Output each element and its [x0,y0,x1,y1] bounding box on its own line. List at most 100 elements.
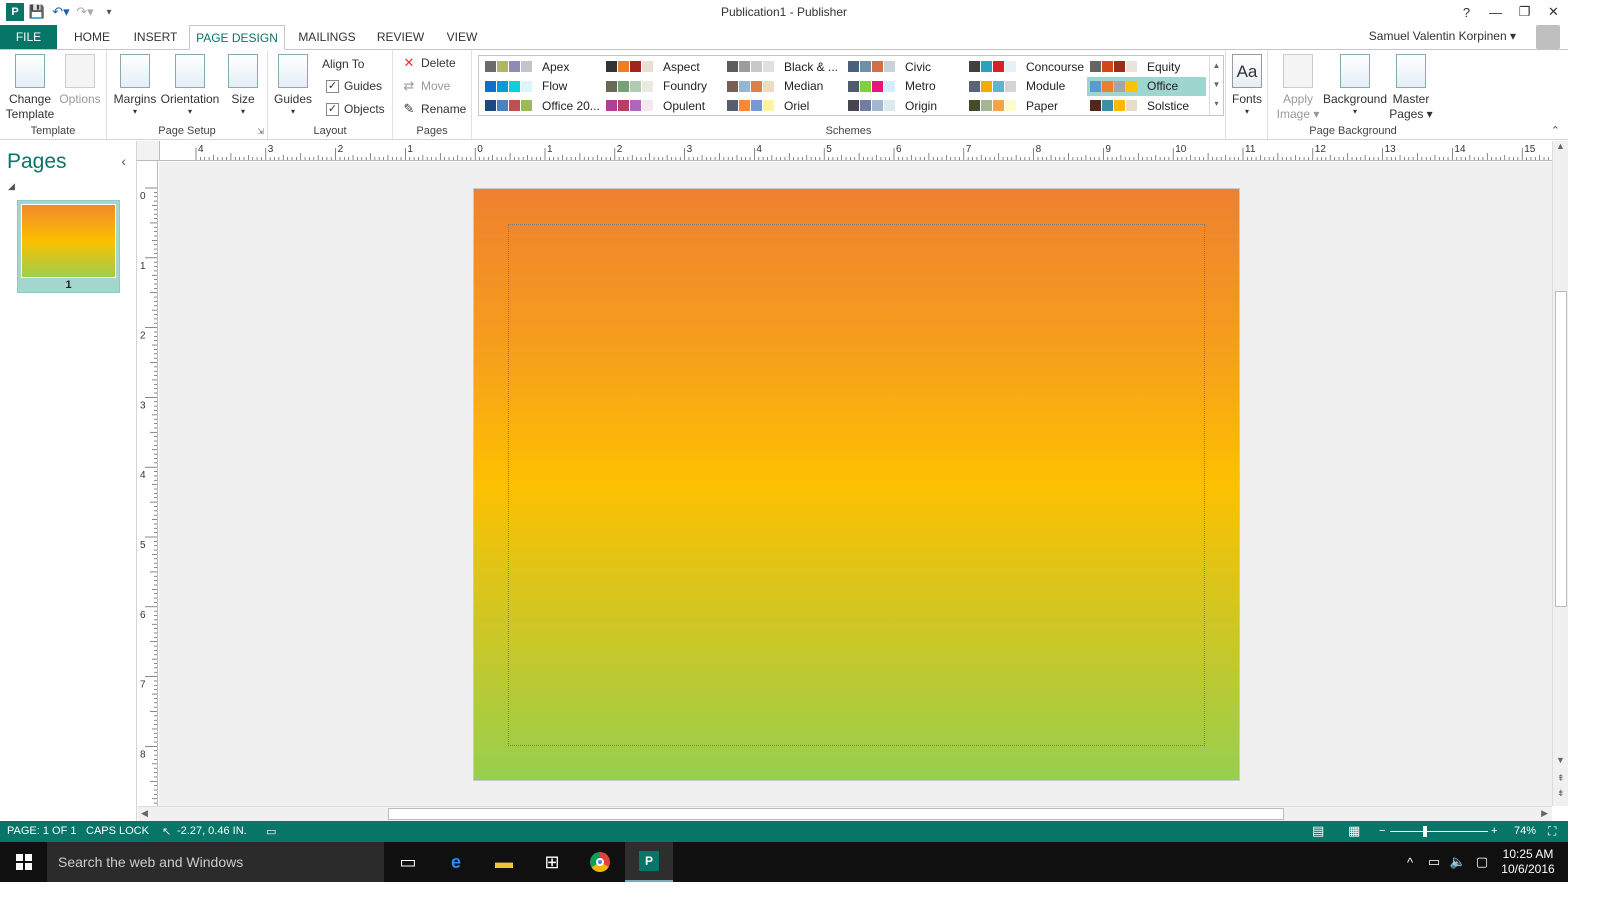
scheme-color-swatch [727,80,738,92]
tab-mailings[interactable]: MAILINGS [292,25,362,49]
scroll-left-icon[interactable]: ◀ [141,808,148,819]
task-view-icon[interactable]: ▭ [384,842,432,882]
notifications-icon[interactable]: ▢ [1470,842,1494,882]
scheme-item[interactable]: Oriel [724,96,843,115]
fit-page-icon[interactable]: ⛶ [1548,824,1556,839]
taskbar-search-box[interactable]: Search the web and Windows [47,842,384,882]
orientation-button[interactable]: Orientation ▾ [160,54,220,117]
master-pages-button[interactable]: Master Pages ▾ [1388,54,1434,122]
two-page-view-icon[interactable]: ▦ [1348,823,1360,839]
scheme-item[interactable]: Paper [966,96,1085,115]
scheme-color-swatch [521,80,532,92]
minimize-button[interactable]: — [1481,0,1510,24]
scroll-down-icon[interactable]: ▼ [1213,75,1221,94]
tab-view[interactable]: VIEW [442,25,482,49]
fonts-button[interactable]: Aa Fonts ▾ [1230,54,1264,117]
scheme-item[interactable]: Solstice [1087,96,1206,115]
chrome-icon[interactable] [576,842,624,882]
scheme-item[interactable]: Foundry [603,77,722,96]
page-setup-group-label: Page Setup [158,125,216,137]
scroll-right-icon[interactable]: ▶ [1541,808,1548,819]
restore-button[interactable]: ❐ [1510,0,1539,24]
zoom-out-icon[interactable]: − [1379,825,1385,837]
windows-start-icon[interactable] [0,842,47,882]
zoom-level[interactable]: 74% [1514,825,1536,837]
tab-insert[interactable]: INSERT [128,25,183,49]
ruler-corner[interactable] [137,141,160,161]
scheme-color-swatch [860,80,871,92]
page-thumbnail[interactable]: 1 [17,200,120,293]
margins-button[interactable]: Margins ▾ [112,54,158,117]
scheme-name: Median [784,79,824,93]
page-indicator[interactable]: PAGE: 1 OF 1 [7,825,77,837]
dialog-launcher-icon[interactable]: ⇲ [257,127,264,136]
zoom-slider-thumb[interactable] [1423,826,1427,837]
collapse-ribbon-icon[interactable]: ⌃ [1551,124,1560,137]
vertical-scroll-thumb[interactable] [1555,291,1567,607]
edge-icon[interactable]: e [432,842,480,882]
show-hidden-icons-icon[interactable]: ^ [1398,842,1422,882]
scheme-item[interactable]: Black & ... [724,57,843,76]
horizontal-ruler[interactable]: 4 3 2 1 0 1 2 3 4 5 6 7 8 9 10 11 12 13 14 15 [160,141,1554,161]
collapse-pane-icon[interactable]: ‹ [121,153,126,169]
tab-page-design[interactable]: PAGE DESIGN [189,25,285,50]
scheme-item[interactable]: Office 20... [482,96,601,115]
change-template-button[interactable]: Change Template [6,54,54,122]
horizontal-scrollbar[interactable]: ◀ ▶ [138,806,1552,821]
volume-muted-icon[interactable]: 🔈 [1446,842,1470,882]
scheme-item[interactable]: Origin [845,96,964,115]
zoom-in-icon[interactable]: + [1491,825,1497,837]
rename-page-button[interactable]: ✎ Rename [402,100,467,118]
scroll-up-icon[interactable]: ▲ [1213,56,1221,75]
more-icon[interactable]: ▾ [1214,94,1218,113]
scheme-item[interactable]: Opulent [603,96,722,115]
clock[interactable]: 10:25 AM 10/6/2016 [1496,847,1560,877]
scheme-item[interactable]: Median [724,77,843,96]
tab-home[interactable]: HOME [66,25,118,49]
tab-file[interactable]: FILE [0,25,57,49]
align-guides-checkbox[interactable]: ✓ Guides [326,77,382,95]
avatar[interactable] [1536,25,1560,49]
scheme-item[interactable]: Concourse [966,57,1085,76]
store-icon[interactable]: ⊞ [528,842,576,882]
background-button[interactable]: Background ▾ [1322,54,1388,117]
scheme-item[interactable]: Civic [845,57,964,76]
scheme-item[interactable]: Equity [1087,57,1206,76]
expand-section-icon[interactable]: ◢ [8,181,15,192]
align-objects-checkbox[interactable]: ✓ Objects [326,100,385,118]
scheme-item[interactable]: Aspect [603,57,722,76]
scheme-name: Module [1026,79,1066,93]
scheme-color-swatch [606,80,617,92]
publisher-taskbar-icon[interactable]: P [625,842,673,882]
horizontal-scroll-thumb[interactable] [388,808,1284,820]
page-background-group-label: Page Background [1309,125,1397,137]
single-page-view-icon[interactable]: ▤ [1312,823,1324,839]
scroll-up-icon[interactable]: ▲ [1556,141,1565,151]
user-name[interactable]: Samuel Valentin Korpinen ▾ [1369,29,1516,43]
zoom-slider[interactable] [1390,831,1488,832]
ruler-label: 3 [687,144,693,155]
delete-page-button[interactable]: ✕ Delete [402,54,456,72]
scheme-item[interactable]: Office [1087,76,1206,96]
guides-button[interactable]: Guides ▾ [274,54,312,117]
tab-review[interactable]: REVIEW [373,25,428,49]
help-button[interactable]: ? [1452,0,1481,24]
status-bar: PAGE: 1 OF 1 CAPS LOCK ↖ -2.27, 0.46 IN.… [0,821,1568,842]
scroll-down-icon[interactable]: ▼ [1556,755,1565,765]
apply-image-button[interactable]: Apply Image ▾ [1274,54,1322,122]
scheme-item[interactable]: Apex [482,57,601,76]
scheme-color-swatch [727,100,738,111]
network-icon[interactable]: ▭ [1422,842,1446,882]
previous-page-icon[interactable]: ⇞ [1557,773,1565,784]
file-explorer-icon[interactable]: ▬ [480,842,528,882]
close-button[interactable]: ✕ [1539,0,1568,24]
next-page-icon[interactable]: ⇟ [1557,788,1565,799]
scheme-item[interactable]: Metro [845,77,964,96]
scheme-item[interactable]: Flow [482,77,601,96]
move-page-button[interactable]: ⇄ Move [402,77,451,95]
scheme-item[interactable]: Module [966,77,1085,96]
options-button[interactable]: Options [57,54,103,107]
vertical-scrollbar[interactable]: ▲ ▼ ⇞ ⇟ [1552,141,1568,806]
size-button[interactable]: Size ▾ [224,54,262,117]
vertical-ruler[interactable]: 0 1 2 3 4 5 6 7 8 [137,161,158,806]
